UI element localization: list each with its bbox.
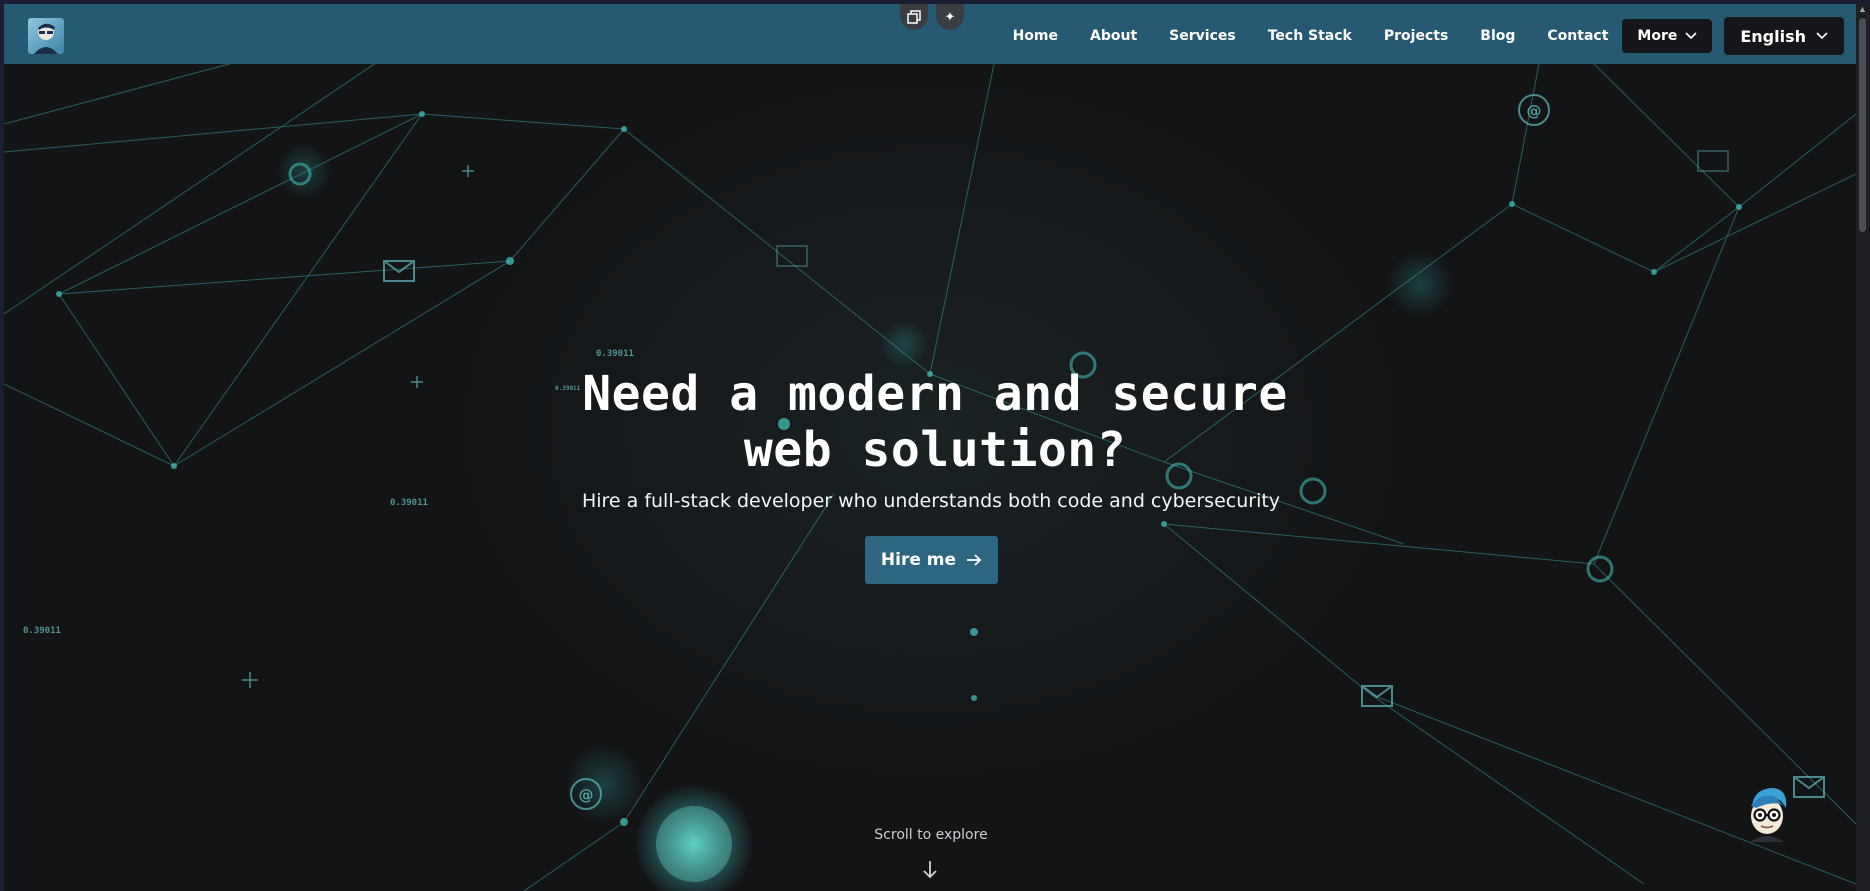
language-label: English [1740,26,1806,46]
nav-blog[interactable]: Blog [1480,28,1515,44]
top-tools: ✦ [900,4,964,30]
more-label: More [1637,28,1678,44]
scroll-hint: Scroll to explore [874,827,988,843]
assistant-avatar[interactable] [1744,784,1790,842]
chevron-down-icon [1685,32,1697,40]
nav-contact[interactable]: Contact [1547,28,1608,44]
sparkle-icon[interactable]: ✦ [936,4,964,30]
hero-headline: Need a modern and secure web solution? [0,366,1870,478]
floating-number: 0.39011 [596,349,634,359]
scrollbar[interactable]: ▲ [1856,0,1870,891]
arrow-down-icon[interactable] [921,860,939,880]
nav-about[interactable]: About [1090,28,1137,44]
scroll-up-icon[interactable]: ▲ [1858,4,1867,14]
floating-number: 0.39011 [23,626,61,636]
hire-me-label: Hire me [880,550,957,570]
nav-home[interactable]: Home [1013,28,1058,44]
headline-line-2: web solution? [743,422,1127,478]
nav-projects[interactable]: Projects [1384,28,1448,44]
nav-links: Home About Services Tech Stack Projects … [1013,17,1844,55]
hire-me-button[interactable]: Hire me [865,536,998,584]
scroll-thumb[interactable] [1859,18,1866,232]
nav-services[interactable]: Services [1169,28,1236,44]
logo[interactable] [28,18,64,54]
svg-text:@: @ [1527,102,1542,120]
headline-line-1: Need a modern and secure [582,366,1288,422]
copy-window-icon[interactable] [900,4,928,30]
svg-text:@: @ [579,786,594,804]
nav-tech-stack[interactable]: Tech Stack [1268,28,1352,44]
more-dropdown-button[interactable]: More [1622,19,1713,53]
hero-subtitle: Hire a full-stack developer who understa… [581,490,1281,512]
arrow-right-icon [967,554,982,566]
language-selector[interactable]: English [1724,17,1844,55]
chevron-down-icon [1816,32,1828,40]
